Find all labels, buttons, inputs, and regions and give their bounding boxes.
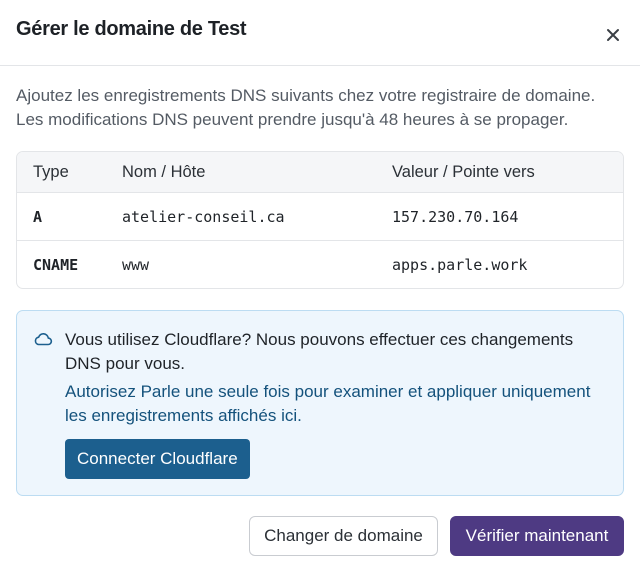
cloudflare-info-box: Vous utilisez Cloudflare? Nous pouvons e…	[16, 310, 624, 496]
cloudflare-title: Vous utilisez Cloudflare? Nous pouvons e…	[65, 330, 574, 373]
column-header-name: Nom / Hôte	[122, 162, 206, 181]
record-value: 157.230.70.164	[392, 207, 519, 226]
table-header-row: Type Nom / Hôte Valeur / Pointe vers	[17, 152, 623, 192]
record-name: atelier-conseil.ca	[122, 207, 285, 226]
record-value: apps.parle.work	[392, 255, 528, 274]
record-type: CNAME	[33, 255, 79, 274]
column-header-value: Valeur / Pointe vers	[392, 162, 535, 181]
dialog-title: Gérer le domaine de Test	[16, 18, 247, 40]
change-domain-button[interactable]: Changer de domaine	[249, 516, 438, 556]
connect-cloudflare-button[interactable]: Connecter Cloudflare	[65, 439, 250, 479]
close-icon	[607, 29, 619, 41]
dialog-header: Gérer le domaine de Test	[0, 0, 640, 66]
column-header-type: Type	[33, 162, 69, 181]
record-name: www	[122, 255, 150, 274]
table-row: A atelier-conseil.ca 157.230.70.164	[17, 192, 623, 240]
cloudflare-note: Autorisez Parle une seule fois pour exam…	[65, 382, 591, 425]
dialog-description: Ajoutez les enregistrements DNS suivants…	[16, 86, 596, 129]
close-button[interactable]	[604, 26, 622, 44]
manage-domain-dialog: Gérer le domaine de Test Ajoutez les enr…	[0, 0, 640, 572]
cloud-icon	[34, 332, 53, 346]
dns-records-table: Type Nom / Hôte Valeur / Pointe vers A a…	[16, 151, 624, 289]
table-row: CNAME www apps.parle.work	[17, 240, 623, 288]
record-type: A	[33, 207, 43, 226]
verify-now-button[interactable]: Vérifier maintenant	[450, 516, 624, 556]
